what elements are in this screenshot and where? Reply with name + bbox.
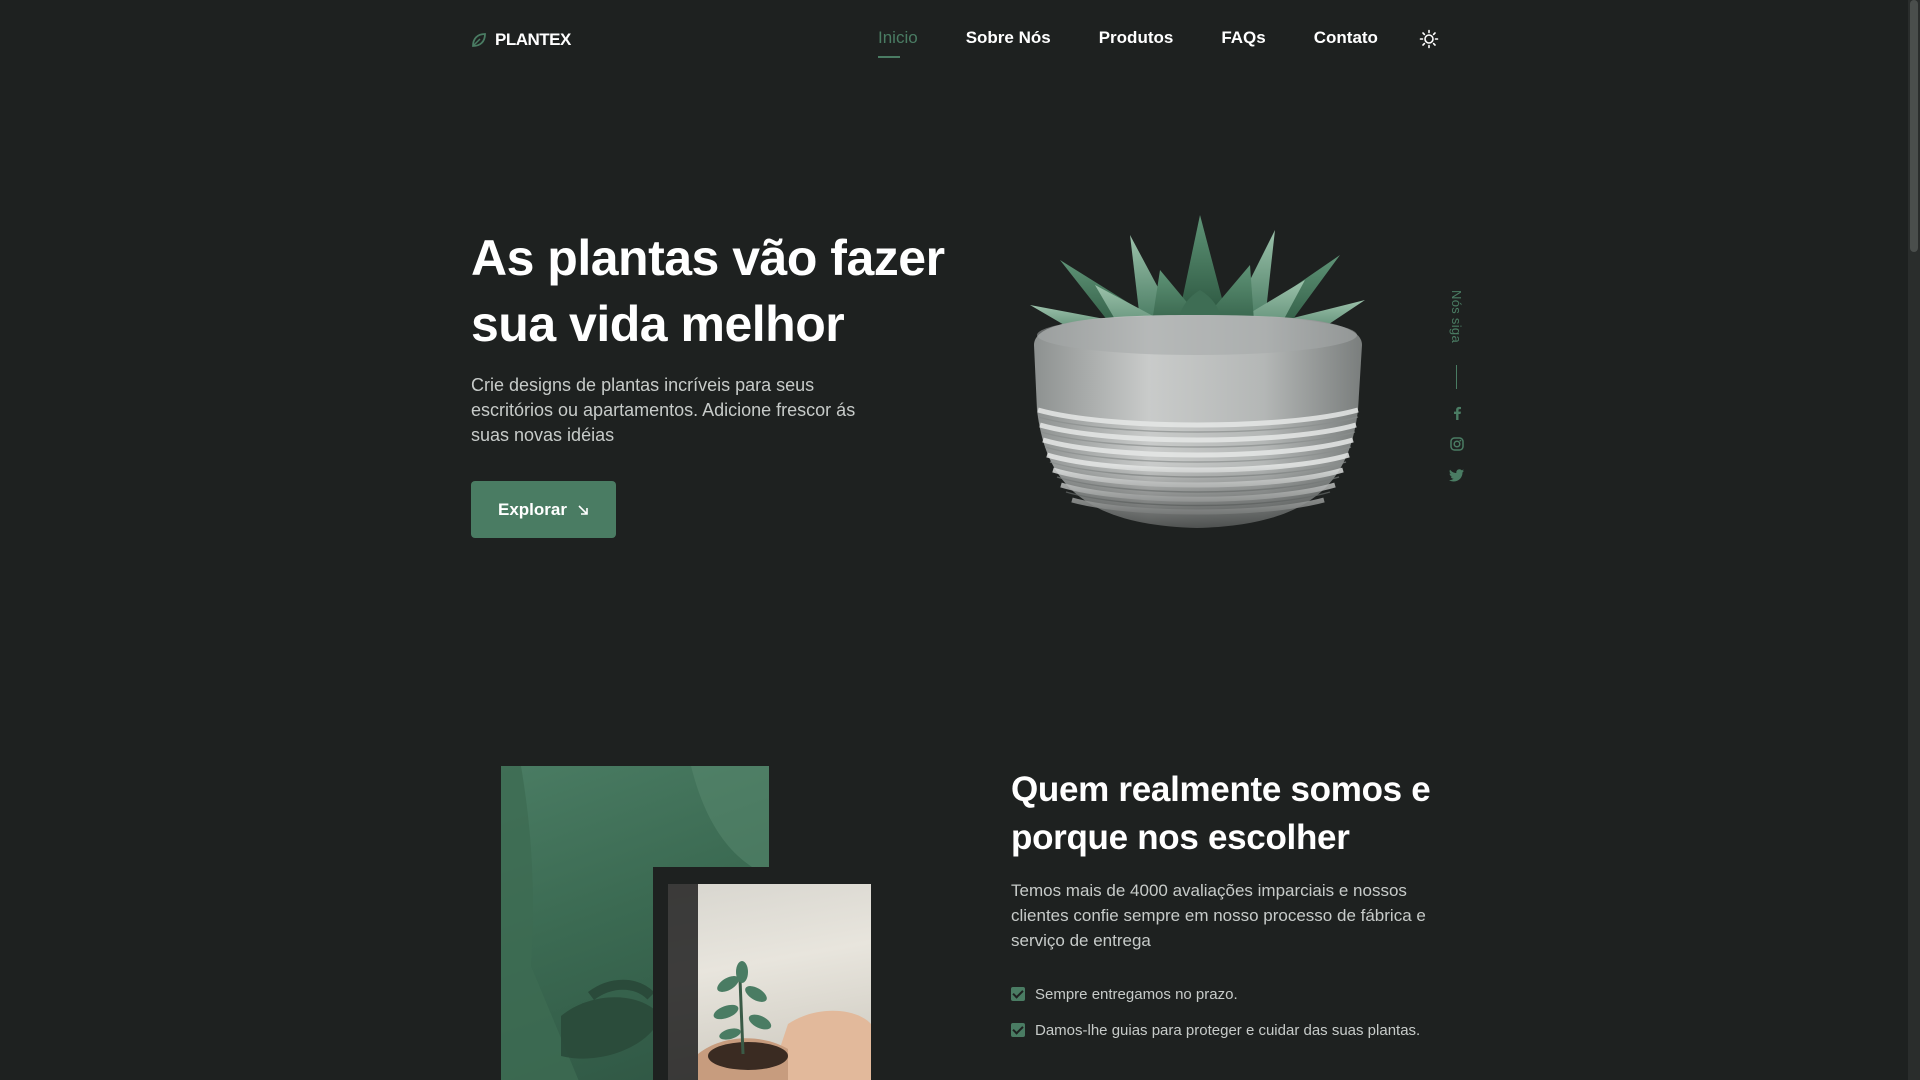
checkbox-icon: [1011, 987, 1025, 1001]
about-image-front: [668, 884, 871, 1080]
scrollbar-track[interactable]: [1908, 0, 1920, 1080]
arrow-down-right-icon: [578, 504, 588, 515]
about-list: Sempre entregamos no prazo. Damos-lhe gu…: [1011, 984, 1451, 1056]
list-item: Sempre entregamos no prazo.: [1011, 984, 1451, 1005]
social-label: Nós siga: [1449, 290, 1464, 343]
sun-icon[interactable]: [1419, 29, 1439, 49]
about-description: Temos mais de 4000 avaliações imparciais…: [1011, 881, 1426, 950]
logo-text: PLANTEX: [495, 30, 571, 49]
nav-item-contato[interactable]: Contato: [1314, 28, 1378, 48]
list-item: Damos-lhe guias para proteger e cuidar d…: [1011, 1020, 1451, 1041]
nav-item-faqs[interactable]: FAQs: [1221, 28, 1265, 48]
list-item-text: Damos-lhe guias para proteger e cuidar d…: [1035, 1022, 1421, 1039]
twitter-icon[interactable]: [1449, 467, 1465, 483]
explore-button[interactable]: Explorar: [471, 481, 616, 538]
explore-button-label: Explorar: [498, 499, 567, 519]
social-links: Nós siga: [1446, 290, 1470, 490]
leaf-icon: [472, 33, 486, 47]
hero-title: As plantas vão fazer sua vida melhor: [471, 230, 945, 352]
header: PLANTEX Inicio Sobre Nós Produtos FAQs C…: [471, 0, 1441, 80]
nav-item-produtos[interactable]: Produtos: [1099, 28, 1174, 48]
main-nav: Inicio Sobre Nós Produtos FAQs Contato: [878, 28, 1378, 58]
logo[interactable]: PLANTEX: [471, 30, 571, 50]
social-divider: [1456, 365, 1457, 389]
list-item-text: Sempre entregamos no prazo.: [1035, 986, 1238, 1003]
hands-with-plant-image: [668, 884, 871, 1080]
instagram-icon[interactable]: [1449, 436, 1465, 452]
checkbox-icon: [1011, 1023, 1025, 1037]
nav-item-inicio[interactable]: Inicio: [878, 28, 918, 58]
facebook-icon[interactable]: [1449, 405, 1465, 421]
about-title: Quem realmente somos e porque nos escolh…: [1011, 770, 1431, 857]
nav-item-sobre-nos[interactable]: Sobre Nós: [966, 28, 1051, 48]
hero-description: Crie designs de plantas incríveis para s…: [471, 375, 856, 445]
scrollbar-thumb[interactable]: [1910, 0, 1918, 252]
succulent-pot-image: [1020, 215, 1375, 555]
